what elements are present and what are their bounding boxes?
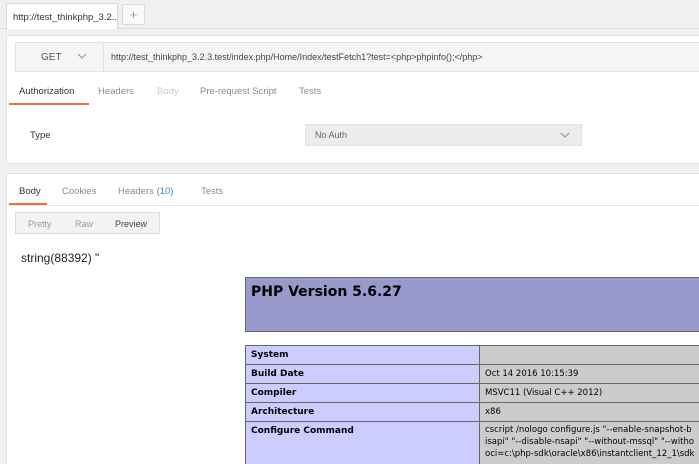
view-pretty-button[interactable]: Pretty xyxy=(28,219,52,229)
row-key: Build Date xyxy=(245,364,480,384)
view-raw-button[interactable]: Raw xyxy=(75,219,93,229)
request-tabs: Authorization Headers Body Pre-request S… xyxy=(7,77,699,105)
url-bar: GET http://test_thinkphp_3.2.3.test/inde… xyxy=(15,42,699,72)
tab-response-cookies[interactable]: Cookies xyxy=(62,186,96,197)
request-panel: GET http://test_thinkphp_3.2.3.test/inde… xyxy=(6,35,699,164)
tab-tests[interactable]: Tests xyxy=(299,86,321,97)
row-value: x86 xyxy=(480,402,699,422)
plus-icon: + xyxy=(129,7,138,22)
request-tab[interactable]: http://test_thinkphp_3.2... xyxy=(6,3,118,29)
auth-type-select[interactable]: No Auth xyxy=(305,124,582,146)
phpinfo-title: PHP Version 5.6.27 xyxy=(251,284,402,300)
row-value-line: oci=c:\php-sdk\oracle\x86\instantclient_… xyxy=(485,449,695,459)
add-tab-button[interactable]: + xyxy=(122,4,145,25)
url-input[interactable]: http://test_thinkphp_3.2.3.test/index.ph… xyxy=(111,52,483,62)
tab-response-tests[interactable]: Tests xyxy=(201,186,223,197)
method-label: GET xyxy=(41,52,62,63)
row-key: Architecture xyxy=(245,402,480,422)
method-select[interactable]: GET xyxy=(16,43,104,71)
row-value: MSVC11 (Visual C++ 2012) xyxy=(480,383,699,403)
row-key: System xyxy=(245,345,480,365)
tab-strip: http://test_thinkphp_3.2... + xyxy=(0,0,699,29)
row-value-line: isapi" "--disable-nsapi" "--without-mssq… xyxy=(485,437,695,447)
tab-response-headers-label: Headers xyxy=(118,186,154,197)
view-preview-button[interactable]: Preview xyxy=(115,219,147,229)
tab-response-headers[interactable]: Headers (10) xyxy=(118,186,173,197)
chevron-down-icon xyxy=(560,132,570,138)
auth-type-value: No Auth xyxy=(315,130,348,140)
chevron-down-icon xyxy=(77,53,87,59)
headers-count-badge: (10) xyxy=(156,186,174,197)
response-text: string(88392) " xyxy=(21,251,100,265)
active-tab-indicator xyxy=(9,203,47,205)
row-key: Compiler xyxy=(245,383,480,403)
row-value: Oct 14 2016 10:15:39 xyxy=(480,364,699,384)
phpinfo-header: PHP Version 5.6.27 xyxy=(245,277,699,332)
row-value xyxy=(480,345,699,365)
view-mode-toggle: Pretty Raw Preview xyxy=(15,212,160,234)
row-key: Configure Command xyxy=(245,421,480,464)
tab-body[interactable]: Body xyxy=(157,86,179,97)
row-value: cscript /nologo configure.js "--enable-s… xyxy=(480,421,699,464)
tab-pre-request-script[interactable]: Pre-request Script xyxy=(200,86,277,97)
active-tab-indicator xyxy=(9,103,89,105)
request-tab-label: http://test_thinkphp_3.2... xyxy=(13,12,118,23)
tab-headers[interactable]: Headers xyxy=(98,86,134,97)
response-tabs: Body Cookies Headers (10) Tests xyxy=(7,174,699,206)
row-value-line: cscript /nologo configure.js "--enable-s… xyxy=(485,425,692,435)
tab-response-body[interactable]: Body xyxy=(19,186,41,197)
auth-type-label: Type xyxy=(30,130,51,141)
response-panel: Body Cookies Headers (10) Tests Pretty R… xyxy=(6,173,699,464)
tab-authorization[interactable]: Authorization xyxy=(19,86,74,97)
